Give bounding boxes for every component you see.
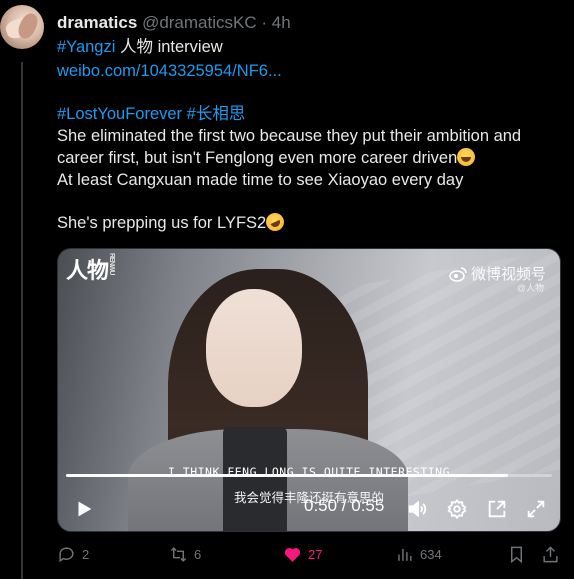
text-line-3: #LostYouForever #长相思 bbox=[57, 103, 245, 125]
video-player[interactable]: 人物RENWU 微博视频号 @人物 I THINK FENG LONG IS Q… bbox=[57, 248, 561, 532]
reply-icon bbox=[59, 547, 74, 563]
text-line-1: #Yangzi 人物 interview bbox=[57, 36, 223, 58]
video-person-face bbox=[206, 289, 302, 407]
weibo-icon bbox=[449, 266, 467, 282]
thread-line bbox=[21, 62, 23, 579]
fullscreen-button[interactable] bbox=[522, 495, 550, 523]
text-line-2: weibo.com/1043325954/NF6... bbox=[57, 60, 282, 82]
weibo-link[interactable]: weibo.com/1043325954/NF6... bbox=[57, 62, 282, 80]
author-name[interactable]: dramatics bbox=[57, 13, 137, 32]
rofl-emoji-icon bbox=[263, 210, 288, 234]
avatar[interactable] bbox=[0, 5, 44, 49]
progress-fill bbox=[66, 474, 509, 477]
header-separator: · bbox=[261, 13, 268, 32]
text-line-7-content: She's prepping us for LYFS2 bbox=[57, 214, 267, 232]
bookmark-icon bbox=[511, 546, 522, 564]
volume-button[interactable] bbox=[404, 495, 432, 523]
views-icon bbox=[398, 548, 412, 561]
repost-button[interactable]: 6 bbox=[169, 545, 201, 564]
heart-icon bbox=[284, 548, 301, 562]
text-line-5: career first, but isn't Fenglong even mo… bbox=[57, 147, 476, 169]
play-icon bbox=[78, 501, 92, 517]
text-line-7: She's prepping us for LYFS2 bbox=[57, 210, 288, 234]
like-count: 27 bbox=[308, 547, 323, 562]
pip-icon bbox=[488, 500, 506, 518]
hashtag-changxiangsi[interactable]: #长相思 bbox=[187, 105, 246, 123]
renwu-logo: 人物RENWU bbox=[66, 253, 116, 283]
share-icon bbox=[543, 546, 558, 563]
interview-text: 人物 interview bbox=[115, 38, 223, 56]
text-line-4: She eliminated the first two because the… bbox=[57, 127, 522, 145]
pip-button[interactable] bbox=[483, 495, 511, 523]
author-handle[interactable]: @dramaticsKC bbox=[142, 13, 257, 32]
fullscreen-icon bbox=[527, 500, 545, 518]
views-button[interactable]: 634 bbox=[395, 545, 442, 564]
hashtag-yangzi[interactable]: #Yangzi bbox=[57, 38, 115, 56]
reply-button[interactable]: 2 bbox=[57, 545, 89, 564]
text-line-6: At least Cangxuan made time to see Xiaoy… bbox=[57, 171, 464, 189]
video-controls: 0:50 / 0:55 bbox=[58, 487, 560, 531]
repost-icon bbox=[170, 547, 187, 562]
repost-count: 6 bbox=[194, 547, 202, 562]
grinning-emoji-icon bbox=[457, 148, 476, 166]
hashtag-lostyouforever[interactable]: #LostYouForever bbox=[57, 105, 182, 123]
time-readout: 0:50 / 0:55 bbox=[304, 496, 385, 515]
text-line-5-content: career first, but isn't Fenglong even mo… bbox=[57, 149, 458, 167]
settings-button[interactable] bbox=[443, 495, 471, 523]
share-button[interactable] bbox=[541, 545, 560, 564]
progress-bar[interactable] bbox=[66, 474, 552, 477]
views-count: 634 bbox=[420, 547, 442, 562]
post-time[interactable]: 4h bbox=[272, 13, 291, 32]
volume-icon bbox=[408, 500, 427, 518]
reply-count: 2 bbox=[82, 547, 90, 562]
post-header: dramatics @dramaticsKC · 4h bbox=[57, 13, 291, 33]
play-button[interactable] bbox=[70, 495, 98, 523]
watermark-sub: @人物 bbox=[516, 283, 544, 293]
bookmark-button[interactable] bbox=[507, 545, 526, 564]
like-button[interactable]: 27 bbox=[283, 545, 322, 564]
gear-icon bbox=[447, 498, 467, 520]
action-bar: 2 6 27 634 bbox=[57, 545, 562, 569]
